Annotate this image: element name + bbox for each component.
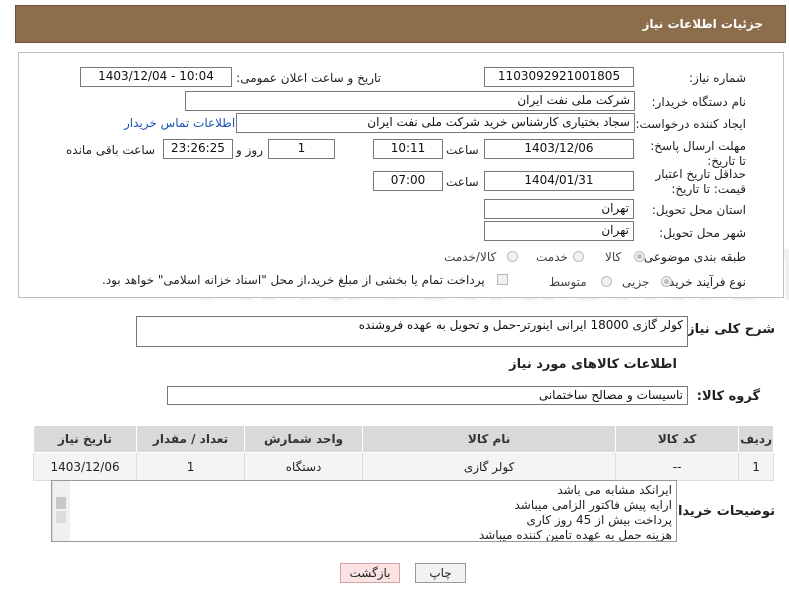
description-label: شرح کلی نیاز: — [681, 322, 775, 337]
requester-field: سجاد بختیاری کارشناس خرید شرکت ملی نفت ا… — [236, 113, 635, 133]
need-number-label: شماره نیاز: — [689, 71, 746, 85]
table-cell-code: -- — [615, 452, 740, 481]
items-table: ردیف کد کالا نام کالا واحد شمارش تعداد /… — [32, 425, 774, 481]
buyer-note-line: پرداخت بیش از 45 روز کاری — [526, 513, 672, 527]
category-radio-both[interactable] — [507, 251, 518, 262]
requester-label: ایجاد کننده درخواست: — [635, 117, 746, 131]
table-cell-unit: دستگاه — [244, 452, 364, 481]
announce-field: 1403/12/04 - 10:04 — [80, 67, 232, 87]
category-radio-service[interactable] — [573, 251, 584, 262]
deadline-label: مهلت ارسال پاسخ: تا تاریخ: — [650, 139, 746, 168]
back-button[interactable]: بازگشت — [340, 563, 400, 583]
days-label: روز و — [236, 143, 263, 157]
announce-label: تاریخ و ساعت اعلان عمومی: — [236, 71, 381, 85]
validity-label: حداقل تاریخ اعتبار قیمت: تا تاریخ: — [655, 167, 746, 196]
deadline-time-label: ساعت — [446, 143, 479, 157]
notes-scroll-thumb[interactable] — [56, 497, 66, 509]
goods-group-label: گروه کالا: — [696, 389, 760, 404]
page-header: جزئیات اطلاعات نیاز — [15, 5, 786, 43]
buyer-note-line: ایرانکد مشابه می باشد — [557, 483, 672, 497]
description-field: کولر گازی 18000 ایرانی اینورتر-حمل و تحو… — [136, 316, 688, 347]
print-button[interactable]: چاپ — [415, 563, 466, 583]
process-radio-medium[interactable] — [601, 276, 612, 287]
category-radio-goods[interactable] — [634, 251, 645, 262]
process-radio-minor[interactable] — [661, 276, 672, 287]
province-field: تهران — [484, 199, 634, 219]
remaining-time-field: 23:26:25 — [163, 139, 233, 159]
table-cell-date: 1403/12/06 — [32, 452, 138, 481]
treasury-payment-checkbox[interactable] — [497, 274, 508, 285]
category-option-goods: کالا — [605, 250, 622, 264]
buyer-label: نام دستگاه خریدار: — [651, 95, 747, 109]
buyer-notes-label: توضیحات خریدار: — [665, 504, 775, 519]
table-cell-row-num: 1 — [738, 452, 774, 481]
buyer-field: شرکت ملی نفت ایران — [185, 91, 635, 111]
days-remaining-field: 1 — [268, 139, 335, 159]
buyer-contact-link[interactable]: اطلاعات تماس خریدار — [124, 116, 235, 130]
notes-scrollbar[interactable] — [52, 481, 70, 541]
table-header-row: ردیف کد کالا نام کالا واحد شمارش تعداد /… — [32, 425, 774, 453]
deadline-date-field: 1403/12/06 — [484, 139, 634, 159]
table-header-code: کد کالا — [615, 425, 740, 453]
process-option-minor: جزیی — [622, 275, 650, 289]
goods-section-title: اطلاعات کالاهای مورد نیاز — [509, 357, 677, 372]
province-label: استان محل تحویل: — [651, 203, 746, 217]
process-option-medium: متوسط — [549, 275, 587, 289]
goods-group-field: تاسیسات و مصالح ساختمانی — [167, 386, 688, 405]
table-header-date: تاریخ نیاز — [32, 425, 138, 453]
validity-date-field: 1404/01/31 — [484, 171, 634, 191]
table-row: 1 -- کولر گازی دستگاه 1 1403/12/06 — [32, 452, 774, 481]
notes-scroll-track — [56, 511, 66, 523]
process-label: نوع فرآیند خرید : — [661, 275, 746, 289]
category-option-service: خدمت — [536, 250, 568, 264]
validity-time-label: ساعت — [446, 175, 479, 189]
city-field: تهران — [484, 221, 634, 241]
table-header-unit: واحد شمارش — [244, 425, 364, 453]
page-title: جزئیات اطلاعات نیاز — [642, 17, 763, 31]
buyer-note-line: هزینه حمل به عهده تامین کننده میباشد — [478, 528, 672, 542]
remaining-time-label: ساعت باقی مانده — [66, 143, 156, 157]
city-label: شهر محل تحویل: — [659, 226, 746, 240]
table-header-quantity: تعداد / مقدار — [136, 425, 246, 453]
table-header-row-num: ردیف — [738, 425, 774, 453]
validity-time-field: 07:00 — [373, 171, 443, 191]
table-cell-quantity: 1 — [136, 452, 246, 481]
need-number-field: 1103092921001805 — [484, 67, 634, 87]
treasury-payment-note: پرداخت تمام یا بخشی از مبلغ خرید،از محل … — [102, 273, 485, 287]
table-header-name: نام کالا — [362, 425, 617, 453]
category-label: طبقه بندی موضوعی: — [639, 250, 746, 264]
deadline-time-field: 10:11 — [373, 139, 443, 159]
buyer-notes-box[interactable]: ایرانکد مشابه می باشد ارایه پیش فاکتور ا… — [51, 480, 677, 542]
category-option-both: کالا/خدمت — [444, 250, 497, 264]
table-cell-name: کولر گازی — [362, 452, 617, 481]
buyer-note-line: ارایه پیش فاکتور الزامی میباشد — [514, 498, 672, 512]
